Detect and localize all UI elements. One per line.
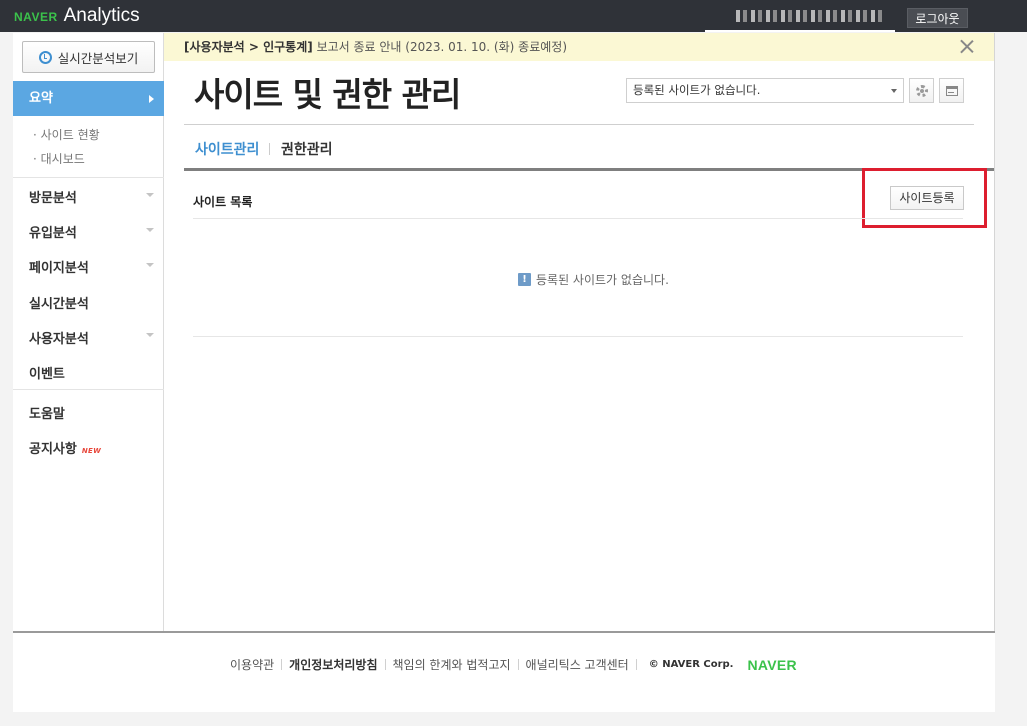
- chevron-right-icon: [149, 95, 154, 103]
- sidebar-item-summary[interactable]: 요약: [13, 81, 164, 116]
- gear-icon: [916, 85, 928, 97]
- sidebar-item-page-analysis[interactable]: 페이지분석: [29, 257, 89, 276]
- top-bar: NAVER Analytics 로그아웃: [0, 0, 1027, 32]
- highlight-annotation-box: [862, 168, 987, 228]
- footer: 이용약관 개인정보처리방침 책임의 한계와 법적고지 애널리틱스 고객센터 © …: [13, 631, 995, 712]
- empty-state-text: 등록된 사이트가 없습니다.: [536, 273, 669, 287]
- chevron-down-icon: [146, 263, 154, 267]
- sidebar-subitem-site-status[interactable]: · 사이트 현황: [33, 126, 100, 143]
- sidebar-item-label: 공지사항: [29, 442, 77, 457]
- footer-link-terms[interactable]: 이용약관: [223, 656, 281, 673]
- chevron-down-icon: [891, 89, 897, 93]
- tab-separator: [269, 143, 270, 155]
- sidebar-item-visit-analysis[interactable]: 방문분석: [29, 187, 77, 206]
- chevron-down-icon: [146, 228, 154, 232]
- sidebar-item-inflow-analysis[interactable]: 유입분석: [29, 222, 77, 241]
- footer-naver-logo[interactable]: NAVER: [747, 657, 796, 673]
- print-button[interactable]: [939, 78, 964, 103]
- printer-icon: [946, 86, 958, 96]
- sidebar-divider: [13, 389, 164, 390]
- footer-link-disclaimer[interactable]: 책임의 한계와 법적고지: [386, 656, 518, 673]
- info-icon: !: [518, 273, 531, 286]
- chevron-down-icon: [146, 333, 154, 337]
- sidebar-item-events[interactable]: 이벤트: [29, 363, 65, 382]
- list-top-divider: [193, 218, 963, 219]
- clock-icon: [38, 50, 52, 64]
- notice-text: 보고서 종료 안내 (2023. 01. 10. (화) 종료예정): [312, 40, 567, 54]
- settings-button[interactable]: [909, 78, 934, 103]
- sidebar-item-user-analysis[interactable]: 사용자분석: [29, 328, 89, 347]
- notice-bold-text: [사용자분석 > 인구통계]: [184, 40, 313, 54]
- user-name-blurred: [736, 10, 886, 22]
- brand-naver: NAVER: [14, 10, 58, 24]
- list-bottom-divider: [193, 336, 963, 337]
- tab-site-management[interactable]: 사이트관리: [195, 139, 259, 159]
- sidebar-divider: [13, 177, 164, 178]
- footer-link-customer-center[interactable]: 애널리틱스 고객센터: [519, 656, 636, 673]
- page-title: 사이트 및 권한 관리: [194, 75, 461, 114]
- tab-permission-management[interactable]: 권한관리: [281, 139, 333, 159]
- close-icon[interactable]: [959, 38, 975, 54]
- site-select-dropdown[interactable]: 등록된 사이트가 없습니다.: [626, 78, 904, 103]
- footer-links: 이용약관 개인정보처리방침 책임의 한계와 법적고지 애널리틱스 고객센터 © …: [223, 656, 797, 673]
- chevron-down-icon: [146, 193, 154, 197]
- sidebar-subitem-dashboard[interactable]: · 대시보드: [33, 150, 85, 167]
- title-divider: [184, 124, 974, 125]
- sidebar-item-label: 요약: [29, 91, 53, 106]
- new-badge: NEW: [81, 447, 102, 455]
- realtime-analysis-label: 실시간분석보기: [57, 50, 139, 66]
- logout-button[interactable]: 로그아웃: [907, 8, 968, 28]
- sidebar: 실시간분석보기 요약 · 사이트 현황 · 대시보드 방문분석 유입분석 페이지…: [13, 33, 164, 632]
- brand-analytics: Analytics: [63, 5, 140, 26]
- sidebar-item-notices[interactable]: 공지사항 NEW: [29, 438, 101, 457]
- realtime-analysis-button[interactable]: 실시간분석보기: [22, 41, 155, 73]
- footer-copyright: © NAVER Corp.: [648, 659, 734, 670]
- site-select-value: 등록된 사이트가 없습니다.: [633, 83, 761, 97]
- brand-logo[interactable]: NAVER Analytics: [14, 5, 140, 27]
- footer-link-privacy[interactable]: 개인정보처리방침: [282, 656, 384, 673]
- sidebar-item-help[interactable]: 도움말: [29, 403, 65, 422]
- sidebar-item-realtime-analysis[interactable]: 실시간분석: [29, 293, 89, 312]
- empty-state-message: ! 등록된 사이트가 없습니다.: [518, 271, 669, 288]
- notice-bar: [사용자분석 > 인구통계] 보고서 종료 안내 (2023. 01. 10. …: [164, 33, 994, 61]
- section-title-site-list: 사이트 목록: [193, 195, 253, 209]
